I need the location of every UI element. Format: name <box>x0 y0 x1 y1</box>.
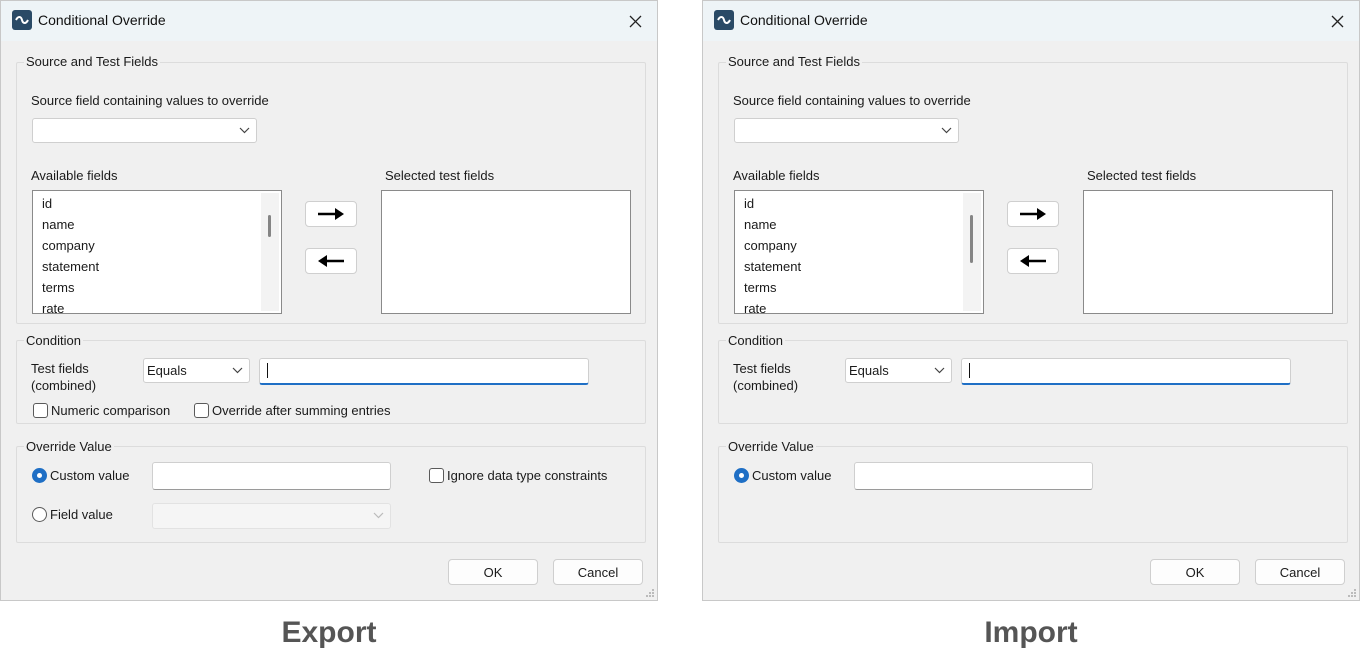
selected-fields-label: Selected test fields <box>385 168 495 183</box>
override-value-group <box>718 446 1348 543</box>
numeric-comparison-checkbox[interactable] <box>33 403 48 418</box>
close-icon <box>629 15 641 27</box>
selected-fields-list[interactable] <box>1083 190 1333 314</box>
override-value-group-label: Override Value <box>726 439 816 454</box>
cancel-button[interactable]: Cancel <box>553 559 643 585</box>
list-item[interactable]: statement <box>744 259 801 274</box>
available-fields-label: Available fields <box>733 168 820 183</box>
condition-value-input[interactable] <box>961 358 1291 385</box>
override-after-summing-label: Override after summing entries <box>212 403 391 418</box>
cancel-button[interactable]: Cancel <box>1255 559 1345 585</box>
selected-fields-label: Selected test fields <box>1087 168 1197 183</box>
text-caret <box>267 363 268 378</box>
list-item[interactable]: id <box>42 196 52 211</box>
source-field-label: Source field containing values to overri… <box>733 93 971 108</box>
ok-button[interactable]: OK <box>448 559 538 585</box>
override-after-summing-checkbox[interactable] <box>194 403 209 418</box>
test-fields-sublabel: (combined) <box>31 378 97 393</box>
list-item[interactable]: rate <box>42 301 64 313</box>
close-button[interactable] <box>1325 9 1349 33</box>
resize-grip-icon[interactable] <box>1347 588 1357 598</box>
ok-button[interactable]: OK <box>1150 559 1240 585</box>
list-item[interactable]: terms <box>744 280 777 295</box>
custom-value-label: Custom value <box>50 468 130 483</box>
source-field-dropdown[interactable] <box>734 118 959 143</box>
custom-value-radio[interactable] <box>32 468 47 483</box>
arrow-right-icon <box>318 208 344 220</box>
chevron-down-icon <box>239 127 250 133</box>
resize-grip-icon[interactable] <box>645 588 655 598</box>
list-item[interactable]: company <box>744 238 797 253</box>
arrow-left-icon <box>318 255 344 267</box>
test-fields-label: Test fields <box>31 361 89 376</box>
arrow-right-icon <box>1020 208 1046 220</box>
list-item[interactable]: name <box>744 217 777 232</box>
arrow-left-icon <box>1020 255 1046 267</box>
ignore-data-type-checkbox[interactable] <box>429 468 444 483</box>
title-bar[interactable]: Conditional Override <box>703 1 1359 41</box>
custom-value-label: Custom value <box>752 468 832 483</box>
field-value-label: Field value <box>50 507 113 522</box>
operator-dropdown[interactable]: Equals <box>845 358 952 383</box>
scrollbar[interactable] <box>261 193 279 311</box>
custom-value-input[interactable] <box>854 462 1093 490</box>
list-item[interactable]: name <box>42 217 75 232</box>
dialog-title: Conditional Override <box>740 12 868 28</box>
import-dialog: Conditional Override Source and Test Fie… <box>702 0 1360 601</box>
chevron-down-icon <box>941 127 952 133</box>
available-fields-label: Available fields <box>31 168 118 183</box>
condition-group-label: Condition <box>726 333 785 348</box>
condition-value-input[interactable] <box>259 358 589 385</box>
export-dialog: Conditional Override Source and Test Fie… <box>0 0 658 601</box>
selected-fields-list[interactable] <box>381 190 631 314</box>
chevron-down-icon <box>232 367 243 373</box>
numeric-comparison-label: Numeric comparison <box>51 403 171 418</box>
list-item[interactable]: statement <box>42 259 99 274</box>
source-field-dropdown[interactable] <box>32 118 257 143</box>
condition-group-label: Condition <box>24 333 83 348</box>
scrollbar-thumb[interactable] <box>268 215 271 237</box>
available-fields-list[interactable]: id name company statement terms rate <box>734 190 984 314</box>
title-bar[interactable]: Conditional Override <box>1 1 657 41</box>
close-icon <box>1331 15 1343 27</box>
add-field-button[interactable] <box>1007 201 1059 227</box>
chevron-down-icon <box>934 367 945 373</box>
available-fields-list[interactable]: id name company statement terms rate <box>32 190 282 314</box>
list-item[interactable]: company <box>42 238 95 253</box>
source-test-group-label: Source and Test Fields <box>726 54 862 69</box>
chevron-down-icon <box>373 512 384 519</box>
custom-value-input[interactable] <box>152 462 391 490</box>
app-logo-icon <box>714 10 734 30</box>
scrollbar-thumb[interactable] <box>970 215 973 263</box>
dialog-title: Conditional Override <box>38 12 166 28</box>
add-field-button[interactable] <box>305 201 357 227</box>
export-caption: Export <box>281 616 377 649</box>
remove-field-button[interactable] <box>305 248 357 274</box>
list-item[interactable]: id <box>744 196 754 211</box>
custom-value-radio[interactable] <box>734 468 749 483</box>
list-item[interactable]: terms <box>42 280 75 295</box>
scrollbar[interactable] <box>963 193 981 311</box>
close-button[interactable] <box>623 9 647 33</box>
source-test-group-label: Source and Test Fields <box>24 54 160 69</box>
text-caret <box>969 363 970 378</box>
test-fields-sublabel: (combined) <box>733 378 799 393</box>
app-logo-icon <box>12 10 32 30</box>
override-value-group-label: Override Value <box>24 439 114 454</box>
remove-field-button[interactable] <box>1007 248 1059 274</box>
ignore-data-type-label: Ignore data type constraints <box>447 468 608 483</box>
import-caption: Import <box>984 616 1078 649</box>
source-field-label: Source field containing values to overri… <box>31 93 269 108</box>
operator-dropdown[interactable]: Equals <box>143 358 250 383</box>
test-fields-label: Test fields <box>733 361 791 376</box>
field-value-radio[interactable] <box>32 507 47 522</box>
list-item[interactable]: rate <box>744 301 766 313</box>
field-value-dropdown[interactable] <box>152 503 391 529</box>
